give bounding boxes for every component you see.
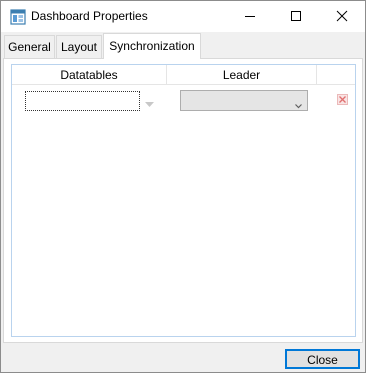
delete-icon xyxy=(339,96,346,103)
grid-header: Datatables Leader xyxy=(12,65,355,85)
tab-label: Synchronization xyxy=(109,39,195,53)
maximize-icon xyxy=(291,11,301,21)
synchronization-panel: Datatables Leader xyxy=(3,58,363,343)
synchronization-grid: Datatables Leader xyxy=(11,64,356,337)
delete-row-button[interactable] xyxy=(337,94,348,105)
chevron-down-icon xyxy=(295,98,302,112)
window-title: Dashboard Properties xyxy=(31,9,148,23)
datatable-combo[interactable] xyxy=(25,91,140,111)
tab-general[interactable]: General xyxy=(4,35,55,58)
leader-dropdown[interactable] xyxy=(180,90,308,111)
tab-synchronization[interactable]: Synchronization xyxy=(103,33,201,59)
close-window-button[interactable] xyxy=(319,1,365,32)
column-header-datatables[interactable]: Datatables xyxy=(12,65,167,85)
tab-label: General xyxy=(8,40,51,54)
close-icon xyxy=(336,10,348,22)
title-bar: Dashboard Properties xyxy=(1,1,365,32)
minimize-button[interactable] xyxy=(227,1,273,32)
chevron-down-icon[interactable] xyxy=(145,96,154,110)
maximize-button[interactable] xyxy=(273,1,319,32)
table-row xyxy=(12,85,355,115)
dashboard-app-icon xyxy=(10,9,26,25)
column-header-leader[interactable]: Leader xyxy=(167,65,317,85)
dialog-client-area: General Layout Synchronization Datatable… xyxy=(1,32,365,372)
tab-label: Layout xyxy=(60,40,98,54)
dashboard-properties-dialog: Dashboard Properties General Layout Sync… xyxy=(0,0,366,373)
tab-layout[interactable]: Layout xyxy=(56,35,102,58)
close-button[interactable]: Close xyxy=(285,349,360,369)
minimize-icon xyxy=(245,16,255,17)
column-header-actions xyxy=(317,65,355,85)
